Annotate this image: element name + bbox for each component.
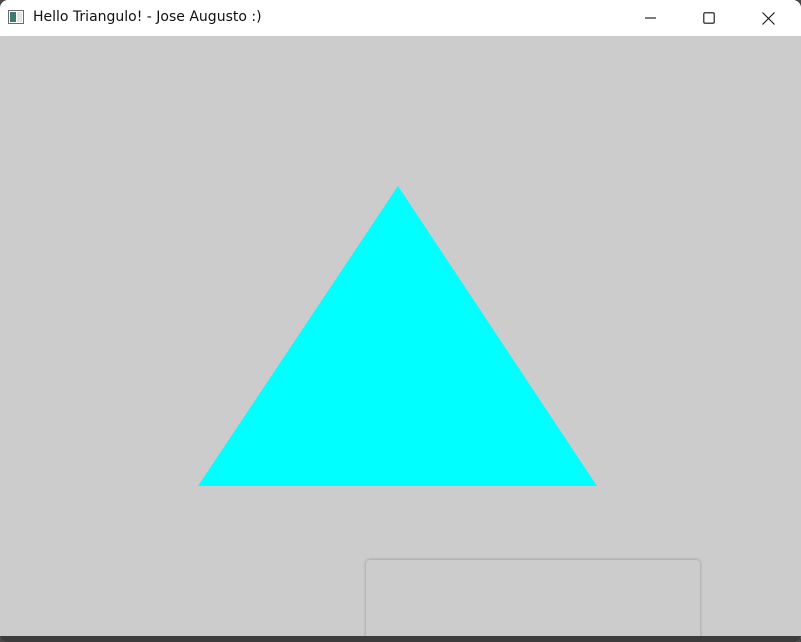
- minimize-button[interactable]: [622, 0, 680, 36]
- cyan-triangle: [198, 186, 597, 486]
- title-bar[interactable]: Hello Triangulo! - Jose Augusto :): [0, 0, 801, 36]
- minimize-icon: [645, 17, 656, 19]
- maximize-icon: [703, 12, 715, 24]
- maximize-button[interactable]: [680, 0, 738, 36]
- render-canvas[interactable]: [0, 36, 801, 642]
- scene-svg: [198, 186, 597, 486]
- window-bottom-edge: [0, 636, 801, 642]
- window-title: Hello Triangulo! - Jose Augusto :): [33, 9, 262, 25]
- overlay-panel-shadow: [366, 560, 700, 642]
- close-icon: [761, 11, 775, 25]
- close-button[interactable]: [739, 0, 797, 36]
- app-window-icon: [8, 10, 24, 24]
- app-window: Hello Triangulo! - Jose Augusto :): [0, 0, 801, 642]
